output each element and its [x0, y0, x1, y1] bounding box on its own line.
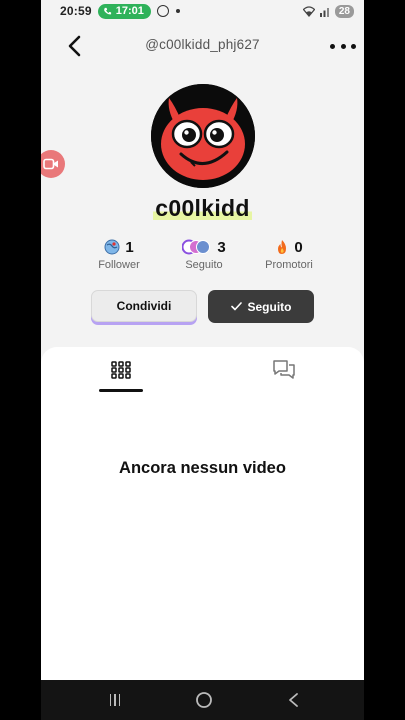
- red-devil-avatar-icon: [151, 84, 255, 188]
- stacked-avatars-icon: [182, 239, 211, 255]
- call-pill[interactable]: 17:01: [97, 3, 151, 19]
- wifi-icon: [302, 5, 315, 17]
- globe-avatar-icon: [104, 239, 120, 255]
- signal-icon: [319, 7, 329, 17]
- profile-avatar[interactable]: [151, 84, 255, 188]
- recents-button[interactable]: [107, 690, 123, 710]
- following-button-label: Seguito: [247, 299, 292, 314]
- back-nav-button[interactable]: [286, 690, 300, 710]
- call-duration: 17:01: [115, 5, 144, 17]
- battery-icon: 28: [334, 4, 354, 18]
- display-name-row: c00lkidd: [41, 195, 364, 222]
- home-button[interactable]: [195, 690, 213, 710]
- followers-count: 1: [125, 238, 134, 256]
- stat-followers[interactable]: 1 Follower: [74, 236, 164, 272]
- notification-dot-icon: [175, 9, 180, 13]
- tab-videos[interactable]: [91, 347, 151, 393]
- whatsapp-icon: [156, 5, 169, 17]
- followers-label: Follower: [98, 259, 140, 271]
- following-button[interactable]: Seguito: [208, 290, 314, 323]
- video-camera-icon: [43, 158, 58, 170]
- header-username: @c00lkidd_phj627: [145, 37, 260, 52]
- profile-content: Ancora nessun video: [41, 347, 364, 680]
- profile-actions: Condividi Seguito: [41, 290, 364, 326]
- stat-promoters[interactable]: 0 Promotori: [244, 236, 334, 272]
- tab-comments[interactable]: [254, 347, 314, 393]
- back-triangle-icon: [289, 693, 298, 707]
- status-bar: 20:59 17:01 28: [41, 0, 364, 22]
- stat-following[interactable]: 3 Seguito: [159, 236, 249, 271]
- fire-icon: [278, 240, 287, 254]
- share-button[interactable]: Condividi: [91, 290, 197, 322]
- following-label: Seguito: [185, 259, 223, 271]
- ellipsis-icon[interactable]: [330, 36, 356, 56]
- following-count: 3: [217, 238, 226, 256]
- chat-bubbles-icon: [273, 360, 295, 379]
- promoters-count: 0: [294, 238, 303, 256]
- display-name: c00lkidd: [153, 195, 252, 222]
- battery-level: 28: [338, 5, 350, 17]
- home-circle-icon: [196, 692, 212, 708]
- grid-icon: [111, 361, 131, 379]
- floating-camera-bubble[interactable]: [41, 150, 65, 178]
- checkmark-icon: [230, 302, 242, 311]
- empty-state-message: Ancora nessun video: [119, 459, 286, 477]
- call-icon: [103, 7, 111, 14]
- profile-stats: 1 Follower 3 Seguito 0 Promotori: [41, 236, 364, 278]
- status-time: 20:59: [60, 4, 92, 18]
- phone-screen: 20:59 17:01 28 @c00lkidd_phj627 c00lkidd…: [41, 0, 364, 720]
- profile-header: @c00lkidd_phj627: [41, 30, 364, 62]
- promoters-label: Promotori: [265, 259, 313, 271]
- android-nav-bar: [41, 680, 364, 720]
